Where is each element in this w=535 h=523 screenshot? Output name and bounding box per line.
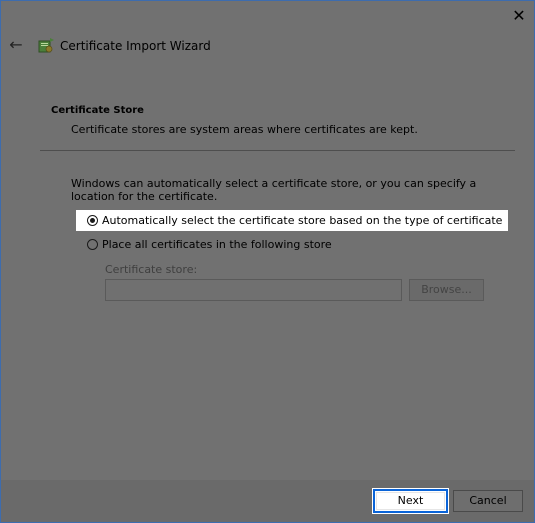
section-description: Certificate stores are system areas wher… [71,123,418,136]
wizard-title: Certificate Import Wizard [60,39,211,53]
cancel-button[interactable]: Cancel [453,490,523,512]
certificate-store-field [105,279,402,301]
auto-select-label[interactable]: Automatically select the certificate sto… [102,214,502,227]
divider [40,150,515,151]
back-arrow-icon[interactable]: ← [7,37,25,55]
auto-select-radio[interactable] [87,215,98,226]
close-icon[interactable]: ✕ [509,7,529,27]
section-heading: Certificate Store [51,105,144,116]
manual-store-option[interactable]: Place all certificates in the following … [87,236,332,252]
next-button[interactable]: Next [372,488,449,514]
certificate-store-label: Certificate store: [105,263,198,276]
manual-store-radio[interactable] [87,238,98,250]
auto-select-option[interactable]: Automatically select the certificate sto… [76,210,509,231]
certificate-wizard-icon [38,38,54,53]
manual-store-label[interactable]: Place all certificates in the following … [102,238,332,251]
intro-text: Windows can automatically select a certi… [71,177,477,203]
browse-button: Browse... [409,279,484,301]
wizard-window: ✕ ← Certificate Import Wizard Certificat… [0,0,535,523]
